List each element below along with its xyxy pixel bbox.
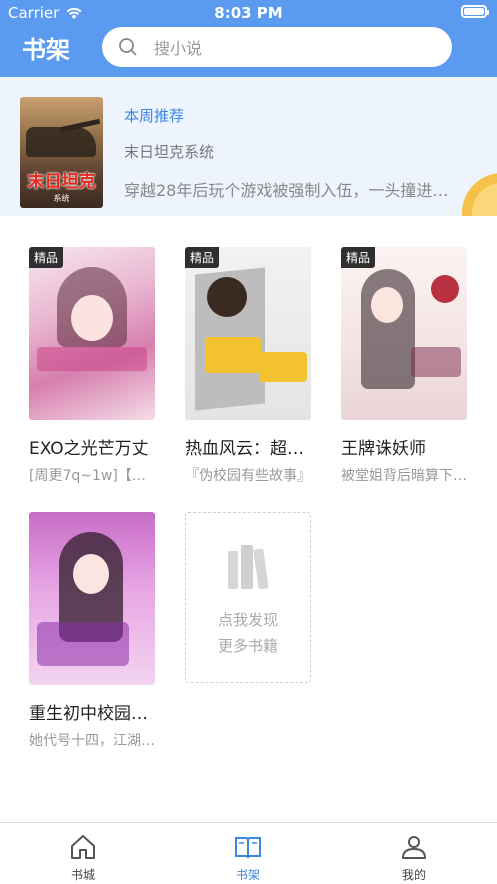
header-bar: Carrier 8:03 PM 书架 搜小说	[0, 0, 497, 77]
book-cover[interactable]: 精品	[29, 247, 155, 420]
recommend-cover-title: 末日坦克	[27, 172, 96, 192]
book-description: 『伪校园有些故事』	[185, 468, 311, 484]
book-description: 她代号十四，江湖人称	[29, 733, 155, 749]
book-title: EXO之光芒万丈	[29, 439, 149, 459]
book-icon	[235, 837, 261, 859]
tab-bookshelf-label: 书架	[235, 868, 260, 882]
search-placeholder: 搜小说	[154, 39, 203, 58]
status-bar: Carrier 8:03 PM	[0, 0, 497, 26]
recommend-book-name: 末日坦克系统	[124, 143, 215, 161]
battery-icon	[461, 5, 489, 18]
discover-text-line2: 更多书籍	[217, 637, 278, 655]
search-input[interactable]: 搜小说	[102, 27, 452, 67]
premium-badge: 精品	[341, 247, 376, 268]
books-icon	[228, 545, 269, 590]
weekly-recommend-banner[interactable]: 末日坦克 系统 本周推荐 末日坦克系统 穿越28年后玩个游戏被强制入伍，一头撞进…	[0, 77, 497, 216]
book-description: [周更7q~1w]【预计完结】	[29, 468, 155, 484]
premium-badge: 精品	[185, 247, 220, 268]
book-card[interactable]: 精品 热血风云：超品教师 『伪校园有些故事』	[185, 247, 311, 485]
recommend-label: 本周推荐	[124, 107, 185, 125]
book-card[interactable]: 重生初中校园女帝 她代号十四，江湖人称	[29, 512, 155, 750]
book-title: 重生初中校园女帝	[29, 704, 155, 724]
recommend-cover[interactable]: 末日坦克 系统	[20, 97, 103, 208]
book-title: 热血风云：超品教师	[185, 439, 311, 459]
user-icon	[402, 836, 426, 859]
discover-more-button[interactable]: 点我发现 更多书籍	[185, 512, 311, 683]
tab-bookstore[interactable]: 书城	[33, 823, 133, 884]
book-card[interactable]: 精品 王牌诛妖师 被堂姐背后暗算下了毒	[341, 247, 467, 485]
premium-badge: 精品	[29, 247, 64, 268]
book-cover[interactable]: 精品	[341, 247, 467, 420]
book-cover[interactable]: 精品	[185, 247, 311, 420]
bottom-tab-bar: 书城 书架 我的	[0, 822, 497, 884]
book-card[interactable]: 精品 EXO之光芒万丈 [周更7q~1w]【预计完结】	[29, 247, 155, 485]
tab-profile-label: 我的	[401, 868, 426, 882]
book-title: 王牌诛妖师	[341, 439, 426, 459]
sun-decoration-icon	[462, 173, 497, 216]
tab-profile[interactable]: 我的	[364, 823, 464, 884]
tab-bookshelf[interactable]: 书架	[198, 823, 298, 884]
book-description: 被堂姐背后暗算下了毒	[341, 468, 467, 484]
home-icon	[71, 835, 95, 859]
recommend-description: 穿越28年后玩个游戏被强制入伍，一头撞进末日坦克系统	[124, 181, 464, 200]
search-icon	[119, 38, 137, 56]
discover-text-line1: 点我发现	[217, 611, 278, 629]
tab-bookstore-label: 书城	[70, 868, 95, 882]
clock: 8:03 PM	[214, 4, 283, 22]
recommend-cover-subtitle: 系统	[53, 194, 70, 203]
page-title: 书架	[22, 36, 70, 64]
book-cover[interactable]	[29, 512, 155, 685]
